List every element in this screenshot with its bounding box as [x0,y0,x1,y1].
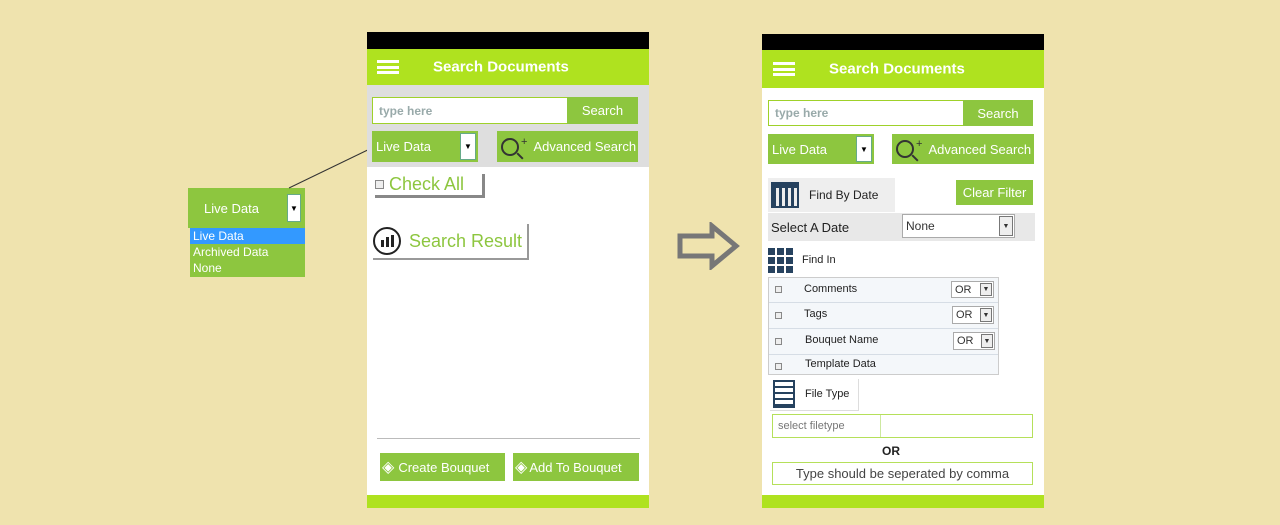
search-button[interactable]: Search [567,97,638,124]
advanced-search-label: Advanced Search [928,141,1032,157]
search-result-label: Search Result [409,230,523,251]
plus-icon: + [916,138,923,150]
find-in-row-template-data: Template Data [769,355,998,376]
chevron-down-icon[interactable]: ▼ [856,136,872,162]
arrow-right-icon [677,222,740,270]
create-bouquet-button[interactable]: ◈ Create Bouquet [380,453,505,481]
find-in-row-bouquet-name: Bouquet Name OR ▼ [769,329,998,355]
file-type-label: File Type [805,388,850,400]
status-bar [367,32,649,49]
template-data-label: Template Data [805,358,876,370]
check-all-label: Check All [389,174,465,194]
callout-option-live[interactable]: Live Data [190,228,305,244]
calendar-icon [771,182,799,208]
template-data-checkbox[interactable] [775,363,782,370]
or-separator: OR [882,444,900,458]
app-bar: Search Documents [762,50,1044,88]
app-bar: Search Documents [367,49,649,85]
tags-operator-value: OR [956,309,973,321]
status-bar [762,34,1044,50]
tags-label: Tags [804,308,828,320]
callout-select-value: Live Data [204,200,259,216]
add-to-bouquet-button[interactable]: ◈ Add To Bouquet [513,453,639,481]
chevron-down-icon[interactable]: ▼ [287,194,301,222]
menu-icon[interactable] [773,62,795,76]
callout-option-archived[interactable]: Archived Data [190,244,305,260]
phone-screen-search: Search Documents type here Search Live D… [367,32,649,508]
divider [377,438,640,439]
callout-options-list: Live Data Archived Data None [190,228,305,277]
date-select-value: None [906,219,935,233]
tags-operator-select[interactable]: OR ▼ [952,306,994,324]
clear-filter-button[interactable]: Clear Filter [956,180,1033,205]
data-source-value: Live Data [772,141,827,157]
menu-icon[interactable] [377,60,399,74]
advanced-search-label: Advanced Search [533,139,637,154]
document-icon [773,380,795,408]
find-in-row-tags: Tags OR ▼ [769,303,998,329]
filetype-text-input[interactable]: Type should be seperated by comma [772,462,1033,485]
layers-plus-icon: ◈ [515,459,528,476]
bottom-bar [367,495,649,508]
bouquet-name-label: Bouquet Name [805,334,879,346]
bouquet-name-operator-select[interactable]: OR ▼ [953,332,995,350]
grid-icon [768,247,793,273]
find-in-table: Comments OR ▼ Tags OR ▼ Bouquet Name OR … [768,277,999,375]
callout-option-none[interactable]: None [190,260,305,276]
layers-icon: ◈ [382,459,395,476]
find-in-header: Find In [768,246,888,274]
add-to-bouquet-label: Add To Bouquet [529,459,622,475]
create-bouquet-label: Create Bouquet [398,459,490,475]
select-date-label: Select A Date [771,219,850,235]
advanced-search-button[interactable]: + Advanced Search [497,131,638,162]
bouquet-name-checkbox[interactable] [775,338,782,345]
chevron-down-icon[interactable]: ▼ [980,283,992,296]
comments-checkbox[interactable] [775,286,782,293]
chevron-down-icon[interactable]: ▼ [999,216,1013,236]
chevron-down-icon[interactable]: ▼ [980,308,992,322]
page-title: Search Documents [433,58,569,76]
search-input[interactable]: type here [768,100,965,126]
check-all-checkbox[interactable] [375,180,384,189]
find-by-date-label: Find By Date [809,188,879,202]
bar-chart-icon [373,227,401,255]
bouquet-name-operator-value: OR [957,335,974,347]
file-type-header: File Type [769,378,858,410]
comments-operator-select[interactable]: OR ▼ [951,281,994,298]
search-input[interactable]: type here [372,97,568,124]
find-by-date-header: Find By Date [768,178,895,212]
data-source-value: Live Data [376,139,431,154]
search-button[interactable]: Search [963,100,1033,126]
page-title: Search Documents [829,60,965,78]
bottom-bar [762,495,1044,508]
check-all-control[interactable]: Check All [375,174,485,198]
filetype-placeholder: select filetype [773,415,881,437]
search-icon [501,137,519,156]
plus-icon: + [521,135,528,148]
callout-data-select[interactable]: Live Data ▼ [188,188,305,228]
filetype-input[interactable]: select filetype [772,414,1033,438]
data-source-select[interactable]: Live Data ▼ [768,134,874,164]
find-in-label: Find In [802,254,836,266]
comments-label: Comments [804,283,858,295]
comments-operator-value: OR [955,283,972,296]
find-in-row-comments: Comments OR ▼ [769,278,998,303]
advanced-search-button[interactable]: + Advanced Search [892,134,1034,164]
data-source-select[interactable]: Live Data ▼ [372,131,478,162]
phone-screen-advanced: Search Documents type here Search Live D… [762,34,1044,508]
date-select[interactable]: None ▼ [902,214,1015,238]
tags-checkbox[interactable] [775,312,782,319]
chevron-down-icon[interactable]: ▼ [981,334,993,348]
chevron-down-icon[interactable]: ▼ [460,133,476,160]
search-icon [896,140,914,158]
search-result-header: Search Result [373,224,529,260]
